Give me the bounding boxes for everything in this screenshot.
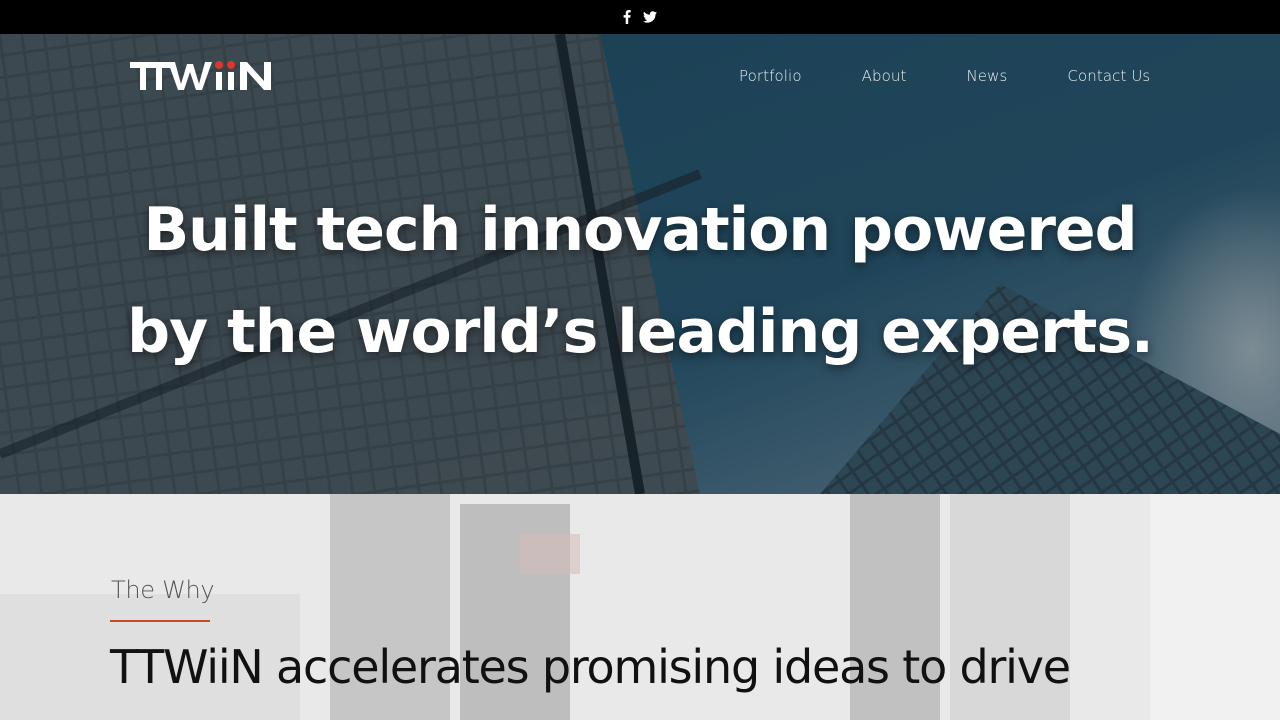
nav-news[interactable]: News [966, 67, 1007, 85]
why-eyebrow: The Why [111, 576, 215, 604]
facebook-icon[interactable] [623, 10, 631, 24]
why-section: The Why TTWiiN accelerates promising ide… [0, 494, 1280, 720]
hero-section: Portfolio About News Contact Us Built te… [0, 34, 1280, 494]
logo-graphic [130, 61, 271, 90]
main-nav: Portfolio About News Contact Us [739, 67, 1150, 85]
ttwiin-logo[interactable] [130, 58, 278, 94]
nav-about[interactable]: About [862, 67, 907, 85]
nav-portfolio[interactable]: Portfolio [739, 67, 802, 85]
social-bar [0, 0, 1280, 34]
hero-headline-line-2: by the world’s leading experts. [127, 297, 1154, 367]
hero-headline: Built tech innovation powered by the wor… [0, 179, 1280, 383]
twitter-icon[interactable] [643, 11, 657, 23]
why-statement: TTWiiN accelerates promising ideas to dr… [110, 640, 1071, 694]
nav-contact-us[interactable]: Contact Us [1067, 67, 1150, 85]
hero-headline-line-1: Built tech innovation powered [143, 195, 1137, 265]
eyebrow-divider [110, 620, 210, 622]
